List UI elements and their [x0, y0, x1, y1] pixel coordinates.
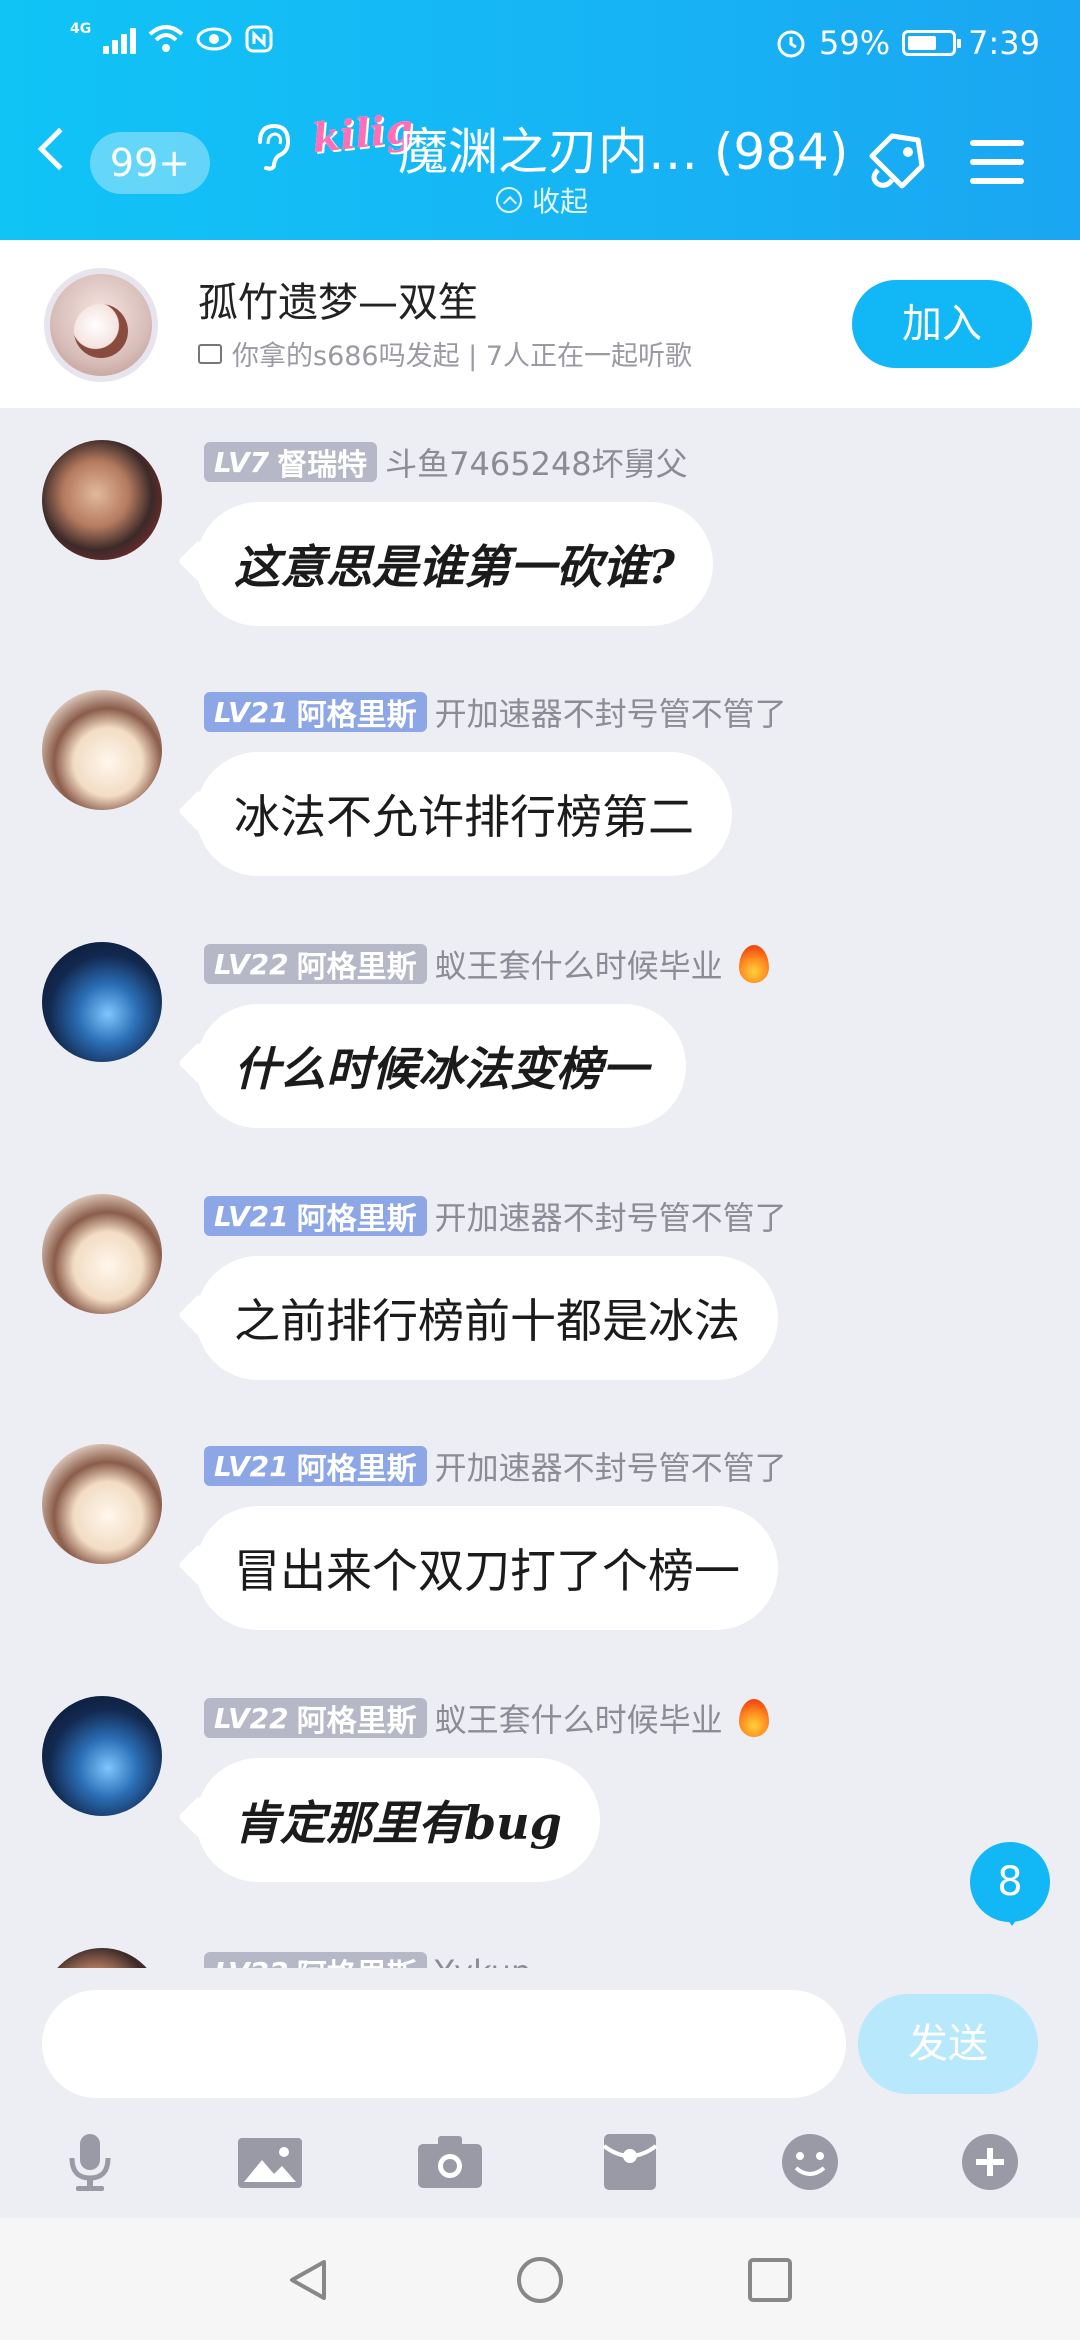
listen-subtitle: 你拿的s686吗发起 | 7人正在一起听歌: [232, 341, 693, 372]
red-packet-icon[interactable]: [596, 2132, 664, 2192]
network-type: 4G: [70, 21, 92, 37]
listen-info: 你拿的s686吗发起 | 7人正在一起听歌: [198, 334, 692, 373]
partial-message-item: LV22阿格里斯 Yykun: [0, 1944, 1080, 1968]
ear-icon[interactable]: [250, 122, 294, 172]
system-navigation-bar: [0, 2218, 1080, 2340]
tag-icon[interactable]: [862, 126, 932, 196]
level-badge: LV7 督瑞特: [204, 442, 378, 483]
toolbar: [0, 2122, 1080, 2202]
member-title: 开加速器不封号管不管了: [434, 695, 787, 733]
level-badge: LV21 阿格里斯: [204, 1446, 427, 1487]
member-count: (984): [713, 123, 849, 181]
level-badge: LV22阿格里斯: [204, 1698, 427, 1739]
fire-icon: [738, 1699, 769, 1737]
alarm-icon: [777, 30, 805, 58]
member-title: 开加速器不封号管不管了: [434, 1199, 787, 1237]
microphone-icon[interactable]: [56, 2132, 124, 2192]
menu-icon[interactable]: [970, 140, 1024, 184]
send-button[interactable]: 发送: [858, 1994, 1038, 2094]
group-name: 魔渊之刃内…: [398, 123, 698, 181]
level-badge: LV22阿格里斯: [204, 944, 427, 985]
message-input[interactable]: [42, 1990, 846, 2098]
battery-icon: [902, 30, 962, 56]
chat-header: 4G 59% 7:39 99+ kilig 魔渊之刃内… (984) 收起: [0, 0, 1080, 240]
chat-title[interactable]: 魔渊之刃内… (984): [398, 112, 848, 184]
back-arrow-icon[interactable]: [37, 127, 81, 171]
avatar[interactable]: [42, 440, 162, 560]
avatar[interactable]: [42, 942, 162, 1062]
song-title: 孤竹遗梦—双笙: [198, 280, 478, 326]
listen-together-banner[interactable]: 孤竹遗梦—双笙 你拿的s686吗发起 | 7人正在一起听歌 加入: [0, 240, 1080, 408]
nav-back-icon[interactable]: [284, 2256, 332, 2304]
radio-icon: [198, 343, 222, 364]
image-icon[interactable]: [236, 2132, 304, 2192]
status-bar: 4G 59% 7:39: [0, 21, 1080, 70]
plus-icon[interactable]: [956, 2132, 1024, 2192]
level-badge: LV21 阿格里斯: [204, 1196, 427, 1237]
wifi-icon: [148, 25, 184, 52]
avatar[interactable]: [42, 1696, 162, 1816]
collapse-toggle[interactable]: 收起: [496, 180, 588, 220]
eye-comfort-icon: [196, 27, 232, 51]
avatar[interactable]: [42, 1444, 162, 1564]
join-button[interactable]: 加入: [852, 280, 1032, 368]
fire-icon: [738, 945, 769, 983]
unread-count-badge[interactable]: 99+: [90, 132, 210, 194]
member-title: 开加速器不封号管不管了: [434, 1449, 787, 1487]
member-title: 斗鱼7465248坏舅父: [385, 445, 688, 483]
input-area: 发送: [0, 1968, 1080, 2218]
camera-icon[interactable]: [416, 2132, 484, 2192]
level-badge: LV22阿格里斯: [204, 1952, 427, 1968]
battery-percent: 59%: [819, 24, 891, 62]
nav-recents-icon[interactable]: [746, 2256, 794, 2304]
message-bubble[interactable]: 肯定那里有bug: [196, 1758, 600, 1882]
message-bubble[interactable]: 冰法不允许排行榜第二: [196, 752, 732, 876]
nfc-icon: [245, 25, 273, 53]
member-title: 蚁王套什么时候毕业: [434, 947, 723, 985]
message-bubble[interactable]: 之前排行榜前十都是冰法: [196, 1256, 778, 1380]
chevron-up-icon: [496, 187, 522, 213]
message-bubble[interactable]: 冒出来个双刀打了个榜一: [196, 1506, 778, 1630]
level-badge: LV21 阿格里斯: [204, 692, 427, 733]
avatar[interactable]: [42, 1948, 162, 1968]
member-title: Yykun: [435, 1953, 532, 1968]
message-bubble[interactable]: 什么时候冰法变榜一: [196, 1004, 686, 1128]
avatar[interactable]: [42, 1194, 162, 1314]
emoji-icon[interactable]: [776, 2132, 844, 2192]
member-title: 蚁王套什么时候毕业: [434, 1701, 723, 1739]
signal-icon: [103, 24, 137, 54]
nav-home-icon[interactable]: [516, 2256, 564, 2304]
message-list[interactable]: LV7 督瑞特 斗鱼7465248坏舅父 这意思是谁第一砍谁? LV21 阿格里斯 …: [0, 408, 1080, 1968]
collapse-label: 收起: [532, 185, 589, 218]
clock: 7:39: [968, 24, 1040, 62]
avatar[interactable]: [42, 690, 162, 810]
message-bubble[interactable]: 这意思是谁第一砍谁?: [196, 502, 713, 626]
new-messages-badge[interactable]: 8: [970, 1842, 1050, 1926]
song-cover: [44, 268, 158, 382]
